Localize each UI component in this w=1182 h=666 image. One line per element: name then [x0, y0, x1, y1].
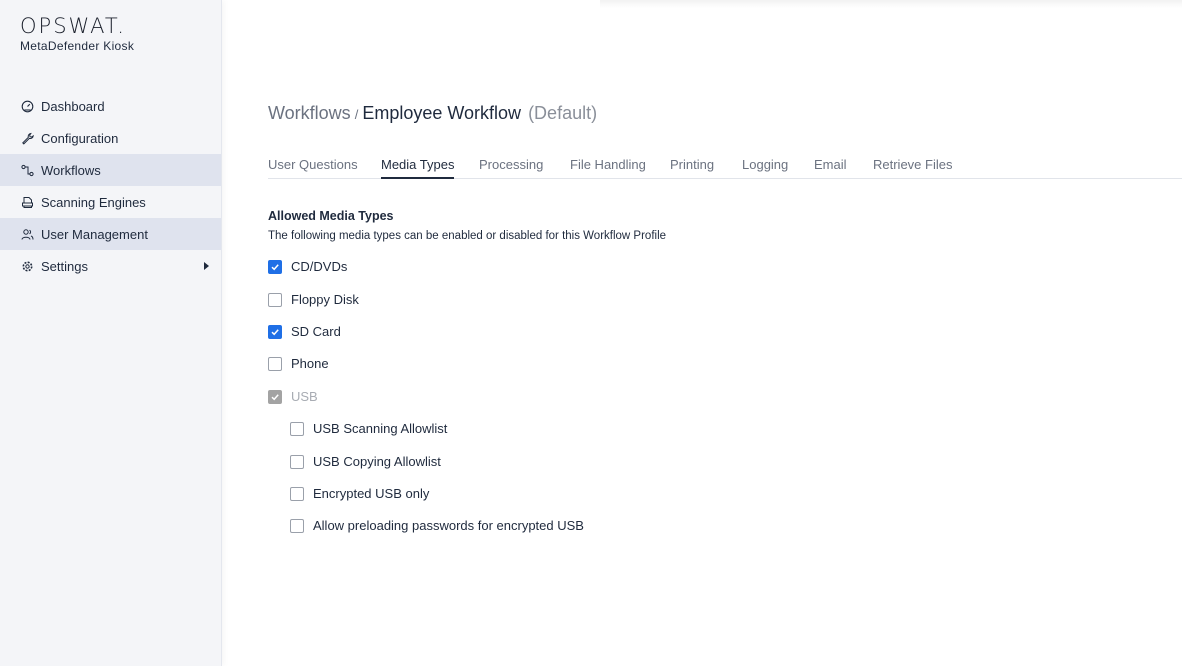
- gear-icon: [20, 259, 34, 273]
- default-badge: (Default): [528, 103, 598, 123]
- checkbox-usb-copying-allowlist[interactable]: USB Copying Allowlist: [290, 454, 441, 469]
- checkbox-preload-passwords[interactable]: Allow preloading passwords for encrypted…: [290, 518, 584, 533]
- checkbox-unchecked[interactable]: [290, 486, 304, 501]
- sidebar-item-label: Scanning Engines: [41, 194, 146, 210]
- checkbox-encrypted-usb-only[interactable]: Encrypted USB only: [290, 486, 429, 501]
- checkbox-cd-dvds[interactable]: CD/DVDs: [268, 259, 347, 274]
- checkbox-usb-scanning-allowlist[interactable]: USB Scanning Allowlist: [290, 421, 447, 436]
- checkbox-unchecked[interactable]: [290, 421, 304, 436]
- tab-file-handling[interactable]: File Handling: [570, 157, 646, 177]
- section-description: The following media types can be enabled…: [268, 230, 667, 242]
- logo-wordmark: OPSWAT.: [20, 14, 126, 38]
- checkbox-label: Floppy Disk: [291, 292, 359, 307]
- chevron-right-icon: [204, 262, 209, 270]
- checkbox-unchecked[interactable]: [268, 356, 282, 371]
- wrench-icon: [20, 131, 34, 145]
- engine-icon: [20, 195, 34, 209]
- workflow-tabs: User Questions Media Types Processing Fi…: [268, 150, 1182, 179]
- sidebar-item-label: Workflows: [41, 162, 101, 178]
- page-title: Employee Workflow: [362, 103, 522, 123]
- product-name: MetaDefender Kiosk: [20, 39, 135, 53]
- checkbox-label: SD Card: [291, 324, 341, 339]
- checkbox-label: USB Copying Allowlist: [313, 454, 441, 469]
- top-shadow: [600, 0, 1182, 8]
- dashboard-icon: [20, 99, 34, 113]
- workflow-icon: [20, 163, 34, 177]
- tab-media-types[interactable]: Media Types: [381, 157, 455, 179]
- sidebar-item-dashboard[interactable]: Dashboard: [0, 90, 221, 122]
- sidebar-item-scanning-engines[interactable]: Scanning Engines: [0, 186, 221, 218]
- tab-processing[interactable]: Processing: [479, 157, 543, 177]
- breadcrumb: Workflows / Employee Workflow (Default): [268, 100, 597, 128]
- sidebar-item-label: Dashboard: [41, 98, 105, 114]
- tab-user-questions[interactable]: User Questions: [268, 157, 358, 177]
- checkbox-floppy-disk[interactable]: Floppy Disk: [268, 292, 359, 307]
- checkbox-unchecked[interactable]: [290, 518, 304, 533]
- tab-logging[interactable]: Logging: [742, 157, 788, 177]
- sidebar-item-workflows[interactable]: Workflows: [0, 154, 221, 186]
- checkbox-checked[interactable]: [268, 324, 282, 339]
- checkbox-unchecked[interactable]: [268, 292, 282, 307]
- checkbox-sd-card[interactable]: SD Card: [268, 324, 341, 339]
- breadcrumb-workflows-link[interactable]: Workflows: [268, 103, 351, 123]
- sidebar-item-settings[interactable]: Settings: [0, 250, 221, 282]
- sidebar-item-label: Settings: [41, 258, 88, 274]
- tab-email[interactable]: Email: [814, 157, 847, 177]
- sidebar-item-configuration[interactable]: Configuration: [0, 122, 221, 154]
- checkbox-label: Encrypted USB only: [313, 486, 430, 501]
- breadcrumb-separator: /: [354, 107, 359, 122]
- sidebar-item-label: User Management: [41, 226, 148, 242]
- checkbox-phone[interactable]: Phone: [268, 356, 329, 371]
- checkbox-checked[interactable]: [268, 259, 282, 274]
- sidebar-item-label: Configuration: [41, 130, 119, 146]
- checkbox-label: Allow preloading passwords for encrypted…: [313, 518, 584, 533]
- tab-printing[interactable]: Printing: [670, 157, 714, 177]
- tab-retrieve-files[interactable]: Retrieve Files: [873, 157, 952, 177]
- checkbox-unchecked[interactable]: [290, 454, 304, 469]
- checkbox-label: USB Scanning Allowlist: [313, 421, 448, 436]
- section-title: Allowed Media Types: [268, 209, 394, 223]
- checkbox-label: Phone: [291, 356, 329, 371]
- sidebar-nav: Dashboard Configuration Workflows Scanni…: [0, 90, 221, 282]
- sidebar: OPSWAT. MetaDefender Kiosk Dashboard Con…: [0, 0, 222, 666]
- checkbox-checked-disabled: [268, 389, 282, 404]
- users-icon: [20, 227, 34, 241]
- opswat-logo: OPSWAT. MetaDefender Kiosk: [20, 14, 134, 53]
- checkbox-label: CD/DVDs: [291, 259, 348, 274]
- checkbox-label: USB: [291, 389, 318, 404]
- checkbox-usb: USB: [268, 389, 318, 404]
- sidebar-item-user-management[interactable]: User Management: [0, 218, 221, 250]
